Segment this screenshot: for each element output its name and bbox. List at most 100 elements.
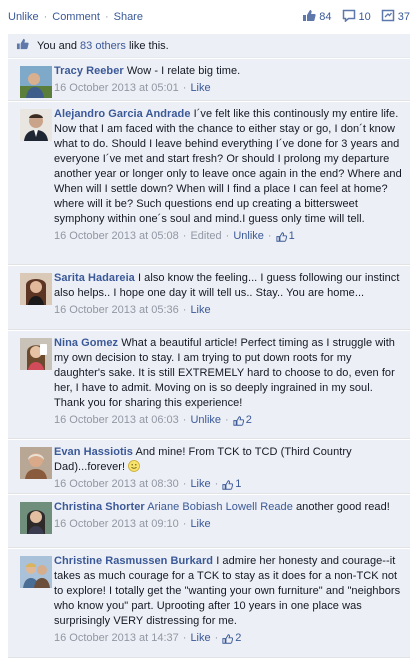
like-action[interactable]: Like xyxy=(190,81,210,96)
separator: · xyxy=(225,414,229,426)
tagged-names[interactable]: Ariane Bobiash Lowell Reade xyxy=(147,501,293,513)
like-action[interactable]: Like xyxy=(190,303,210,318)
separator: · xyxy=(182,230,187,242)
comment-meta: 16 October 2013 at 14:37 · Like · 2 xyxy=(54,631,402,646)
unlike-link[interactable]: Unlike xyxy=(8,11,39,23)
comment-item: Alejandro Garcia Andrade I´ve felt like … xyxy=(8,102,410,265)
comment-meta: 16 October 2013 at 05:01 · Like xyxy=(54,81,402,96)
avatar[interactable] xyxy=(20,502,52,534)
unlike-action[interactable]: Unlike xyxy=(190,413,221,428)
like-count-value: 1 xyxy=(288,230,295,242)
separator: · xyxy=(214,478,219,490)
thumbs-up-icon xyxy=(233,415,244,426)
thumbs-up-icon xyxy=(222,633,234,644)
unlike-action[interactable]: Unlike xyxy=(233,229,264,244)
comment-meta: 16 October 2013 at 06:03 · Unlike · 2 xyxy=(54,413,402,428)
avatar[interactable] xyxy=(20,447,52,479)
share-link[interactable]: Share xyxy=(114,11,143,23)
comment-author[interactable]: Sarita Hadareia xyxy=(54,272,135,284)
comment-item: Nina Gomez What a beautiful article! Per… xyxy=(8,331,410,439)
like-summary-suffix: like this. xyxy=(128,39,169,52)
others-link[interactable]: 83 others xyxy=(80,40,126,52)
post-counts: 84 10 37 xyxy=(302,9,410,25)
comment-author[interactable]: Tracy Reeber xyxy=(54,65,124,77)
comments-count-value: 10 xyxy=(358,11,371,23)
comment-meta: 16 October 2013 at 05:36 · Like xyxy=(54,303,402,318)
comment-author[interactable]: Christina Shorter xyxy=(54,501,145,513)
comment-meta: 16 October 2013 at 09:10 · Like xyxy=(54,517,402,532)
avatar[interactable] xyxy=(20,273,52,305)
comment-body: Nina Gomez What a beautiful article! Per… xyxy=(54,336,402,411)
like-summary: You and 83 others like this. xyxy=(8,34,410,58)
smiley-icon xyxy=(128,460,141,472)
comment-text: another good read! xyxy=(295,501,390,513)
comment-body: Sarita Hadareia I also know the feeling.… xyxy=(54,271,402,301)
comments-count[interactable]: 10 xyxy=(342,9,371,25)
facebook-post-comments: Unlike · Comment · Share 84 10 37 You an… xyxy=(0,0,418,661)
separator: · xyxy=(182,518,187,530)
separator: · xyxy=(182,414,187,426)
comment-body: Christine Rasmussen Burkard I admire her… xyxy=(54,554,402,629)
like-summary-prefix: You and xyxy=(37,39,77,52)
thumbs-up-icon xyxy=(222,479,234,490)
separator: · xyxy=(225,230,230,242)
comment-body: Alejandro Garcia Andrade I´ve felt like … xyxy=(54,107,402,227)
separator: · xyxy=(267,230,272,242)
comment-author[interactable]: Christine Rasmussen Burkard xyxy=(54,555,213,567)
comment-body: Christina Shorter Ariane Bobiash Lowell … xyxy=(54,500,402,515)
comment-timestamp[interactable]: 16 October 2013 at 05:08 xyxy=(54,229,179,244)
thumbs-up-icon xyxy=(302,9,316,25)
comment-item: Christina Shorter Ariane Bobiash Lowell … xyxy=(8,495,410,548)
comment-item: Sarita Hadareia I also know the feeling.… xyxy=(8,266,410,330)
comment-author[interactable]: Nina Gomez xyxy=(54,337,118,349)
comment-author[interactable]: Evan Hassiotis xyxy=(54,446,133,458)
thumbs-up-icon xyxy=(16,38,29,53)
likes-count-value: 84 xyxy=(319,11,332,23)
comment-text: Wow - I relate big time. xyxy=(126,65,241,77)
comment-like-count[interactable]: 2 xyxy=(222,631,241,646)
separator: · xyxy=(182,304,187,316)
comment-like-count[interactable]: 1 xyxy=(275,229,295,244)
comment-text: I´ve felt like this continously my entir… xyxy=(54,108,402,225)
separator: · xyxy=(214,632,219,644)
comment-item: Evan Hassiotis And mine! From TCK to TCD… xyxy=(8,440,410,494)
edited-label[interactable]: Edited xyxy=(190,229,221,244)
comment-author[interactable]: Alejandro Garcia Andrade xyxy=(54,108,191,120)
like-action[interactable]: Like xyxy=(190,517,210,532)
comment-timestamp[interactable]: 16 October 2013 at 09:10 xyxy=(54,517,179,532)
likes-count[interactable]: 84 xyxy=(302,9,332,25)
comment-timestamp[interactable]: 16 October 2013 at 05:01 xyxy=(54,81,179,96)
comment-timestamp[interactable]: 16 October 2013 at 14:37 xyxy=(54,631,179,646)
avatar[interactable] xyxy=(20,338,52,370)
comment-like-count[interactable]: 1 xyxy=(222,477,241,492)
post-action-bar: Unlike · Comment · Share 84 10 37 xyxy=(0,0,418,34)
separator: · xyxy=(43,11,48,23)
avatar[interactable] xyxy=(20,66,52,98)
like-count-value: 2 xyxy=(235,632,242,644)
comment-timestamp[interactable]: 16 October 2013 at 05:36 xyxy=(54,303,179,318)
like-count-value: 1 xyxy=(235,478,242,490)
avatar[interactable] xyxy=(20,556,52,588)
comment-item: Christine Rasmussen Burkard I admire her… xyxy=(8,549,410,658)
separator: · xyxy=(182,478,187,490)
like-action[interactable]: Like xyxy=(190,631,210,646)
separator: · xyxy=(182,82,187,94)
comment-timestamp[interactable]: 16 October 2013 at 06:03 xyxy=(54,413,179,428)
comment-meta: 16 October 2013 at 08:30 · Like · 1 xyxy=(54,477,402,492)
comment-meta: 16 October 2013 at 05:08 · Edited · Unli… xyxy=(54,229,402,244)
like-action[interactable]: Like xyxy=(190,477,210,492)
comment-bubble-icon xyxy=(342,9,356,25)
comment-item: Tracy Reeber Wow - I relate big time. 16… xyxy=(8,59,410,101)
thumbs-up-icon xyxy=(275,231,287,242)
comment-link[interactable]: Comment xyxy=(52,11,100,23)
separator: · xyxy=(104,11,109,23)
comment-timestamp[interactable]: 16 October 2013 at 08:30 xyxy=(54,477,179,492)
shares-count-value: 37 xyxy=(397,11,410,23)
comment-like-count[interactable]: 2 xyxy=(233,413,252,428)
comment-body: Evan Hassiotis And mine! From TCK to TCD… xyxy=(54,445,402,475)
shares-count[interactable]: 37 xyxy=(381,9,410,25)
like-count-value: 2 xyxy=(245,414,252,426)
comment-body: Tracy Reeber Wow - I relate big time. xyxy=(54,64,402,79)
comment-list: Tracy Reeber Wow - I relate big time. 16… xyxy=(8,58,410,658)
avatar[interactable] xyxy=(20,109,52,141)
